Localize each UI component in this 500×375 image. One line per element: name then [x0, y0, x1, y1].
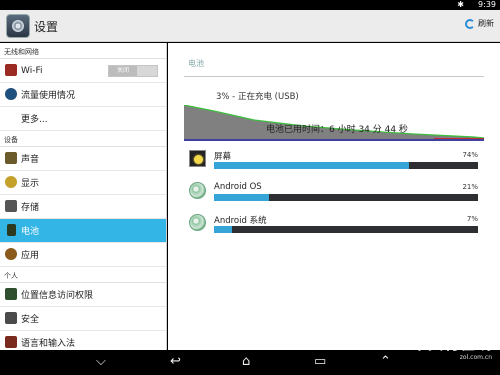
screen-brightness-icon	[189, 150, 206, 167]
wifi-icon	[5, 64, 17, 76]
sidebar-item-security[interactable]: 安全	[0, 307, 166, 331]
sidebar-item-label: 声音	[21, 155, 40, 165]
status-time: 9:39	[478, 0, 496, 9]
charge-status-text: 3% - 正在充电 (USB)	[216, 92, 299, 102]
sidebar-item-battery[interactable]: 电池	[0, 219, 166, 243]
usage-bar-fill	[214, 194, 270, 201]
usage-bar-track	[214, 162, 478, 169]
lock-icon	[5, 312, 17, 324]
display-icon	[5, 176, 17, 188]
watermark-text: Z 中关村在线	[393, 335, 492, 353]
location-icon	[5, 288, 17, 300]
sidebar-item-wifi[interactable]: Wi-Fi 关闭	[0, 59, 166, 83]
sidebar-item-language[interactable]: 语言和输入法	[0, 331, 166, 350]
home-icon[interactable]: ⌂	[242, 355, 250, 369]
battery-section-title: 电池	[188, 59, 204, 68]
sidebar-item-location[interactable]: 位置信息访问权限	[0, 283, 166, 307]
android-os-icon	[189, 182, 206, 199]
battery-time-since-text: 电池已用时间：6 小时 34 分 44 秒	[266, 125, 408, 135]
bluetooth-icon: ✱	[457, 0, 464, 9]
recent-apps-icon[interactable]: ▭	[314, 355, 326, 369]
sidebar-item-label: 语言和输入法	[21, 339, 76, 349]
usage-bar-fill	[214, 162, 410, 169]
usage-bar-track	[214, 194, 478, 201]
sidebar-item-label: 流量使用情况	[21, 91, 76, 101]
usage-percent: 21%	[462, 183, 478, 191]
sidebar-item-data-usage[interactable]: 流量使用情况	[0, 83, 166, 107]
action-bar: 设置 刷新	[0, 10, 500, 42]
watermark-url: zol.com.cn	[459, 354, 492, 361]
sidebar-item-label: 显示	[21, 179, 40, 189]
usage-row-android-system[interactable]: Android 系统 7%	[186, 211, 482, 239]
wifi-toggle[interactable]: 关闭	[108, 65, 158, 77]
refresh-icon	[465, 18, 475, 29]
hide-keyboard-icon[interactable]: ⌵	[96, 355, 106, 369]
usage-name: 屏幕	[214, 152, 232, 162]
section-header-wireless: 无线和网络	[0, 43, 166, 59]
battery-detail-pane: 电池 3% - 正在充电 (USB) 电池已用时间：6 小时 34 分 44 秒…	[168, 43, 500, 350]
settings-app-icon[interactable]	[6, 14, 30, 38]
divider	[184, 76, 484, 77]
sidebar-item-label: 存储	[21, 203, 40, 213]
section-header-device: 设备	[0, 131, 166, 147]
data-usage-icon	[5, 88, 17, 100]
usage-bar-fill	[214, 226, 233, 233]
section-header-personal: 个人	[0, 267, 166, 283]
language-icon	[5, 336, 17, 348]
usage-percent: 74%	[462, 151, 478, 159]
page-title: 设置	[34, 20, 59, 34]
apps-icon	[5, 248, 17, 260]
sidebar-item-storage[interactable]: 存储	[0, 195, 166, 219]
menu-up-icon[interactable]: ⌃	[380, 355, 391, 369]
sidebar-item-label: 更多...	[21, 115, 48, 125]
status-bar: ✱ 9:39	[0, 0, 500, 10]
sidebar-item-more[interactable]: 更多...	[0, 107, 166, 131]
sidebar-item-label: Wi-Fi	[21, 65, 43, 76]
usage-name: Android OS	[214, 182, 262, 192]
settings-sidebar: 无线和网络 Wi-Fi 关闭 流量使用情况 更多... 设备 声音 显示 存储 …	[0, 43, 167, 350]
sidebar-item-apps[interactable]: 应用	[0, 243, 166, 267]
sidebar-item-label: 应用	[21, 251, 40, 261]
usage-row-android-os[interactable]: Android OS 21%	[186, 179, 482, 207]
refresh-button[interactable]: 刷新	[465, 18, 494, 29]
back-icon[interactable]: ↩	[170, 355, 181, 369]
sidebar-item-label: 安全	[21, 315, 40, 325]
sidebar-item-display[interactable]: 显示	[0, 171, 166, 195]
watermark-logo: Z 中关村在线 zol.com.cn	[394, 333, 492, 361]
refresh-label: 刷新	[478, 19, 494, 28]
sidebar-item-label: 电池	[21, 227, 40, 237]
toggle-label: 关闭	[109, 66, 137, 76]
storage-icon	[5, 200, 17, 212]
sidebar-item-sound[interactable]: 声音	[0, 147, 166, 171]
speaker-icon	[5, 152, 17, 164]
sidebar-item-label: 位置信息访问权限	[21, 291, 94, 301]
usage-percent: 7%	[466, 215, 478, 223]
android-system-icon	[189, 214, 206, 231]
battery-icon	[7, 224, 16, 236]
usage-row-screen[interactable]: 屏幕 74%	[186, 147, 482, 175]
usage-bar-track	[214, 226, 478, 233]
usage-name: Android 系统	[214, 216, 267, 226]
